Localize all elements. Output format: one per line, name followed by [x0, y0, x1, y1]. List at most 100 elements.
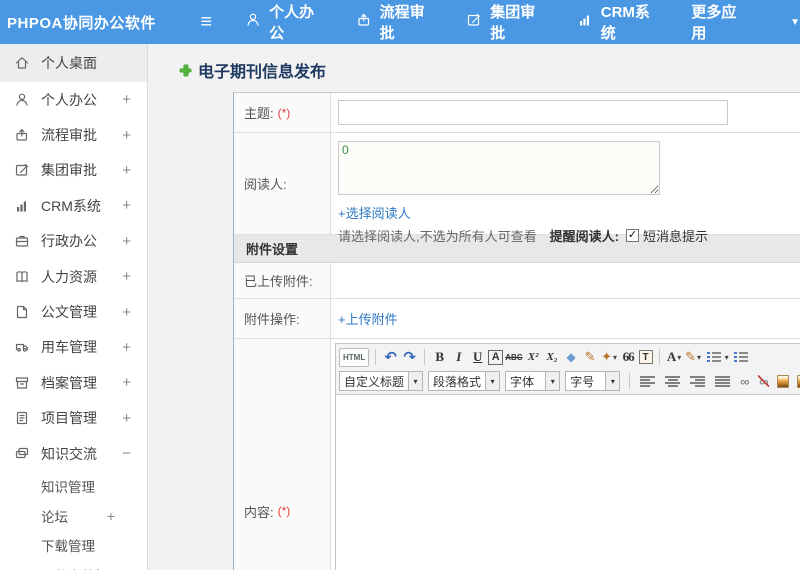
expand-plus-toggle[interactable]: + — [122, 374, 147, 391]
subject-input-cell — [331, 93, 800, 132]
nav-more-apps[interactable]: 更多应用 — [691, 1, 751, 43]
align-left-icon[interactable] — [640, 375, 656, 387]
nav-crm-system[interactable]: CRM系统 — [577, 1, 665, 43]
sidebar-item-project-mgmt[interactable]: 项目管理 + — [0, 401, 147, 436]
autoformat-icon[interactable]: ✦ ▾ — [601, 348, 618, 367]
workflow-icon — [14, 127, 30, 143]
editor-canvas[interactable] — [336, 395, 800, 570]
nav-personal-office[interactable]: 个人办公 — [245, 1, 329, 43]
redo-icon[interactable]: ↷ — [401, 348, 418, 367]
insert-link-icon[interactable]: ∞ — [736, 372, 753, 391]
content-editor-cell: HTML ↶ ↷ B I U A ABC X² X₂ ◆ ✎ ✦ ▾ 66 T … — [331, 339, 800, 570]
sidebar-item-document-mgmt[interactable]: 公文管理 + — [0, 294, 147, 329]
expand-plus-toggle[interactable]: + — [122, 233, 147, 250]
sidebar-subitem-public-file-cabinet[interactable]: 公共文件柜 — [0, 560, 147, 570]
sidebar-subitem-label: 下载管理 — [41, 539, 95, 555]
subject-input[interactable] — [338, 100, 728, 125]
sidebar-navigation: 个人桌面 个人办公 + 流程审批 + 集团审批 + CRM系统 + 行政办公 + — [0, 44, 148, 570]
expand-plus-toggle[interactable]: + — [122, 127, 147, 144]
toolbar-separator — [375, 349, 377, 365]
font-style-icon[interactable]: A — [488, 349, 504, 365]
sidebar-item-knowledge-exchange[interactable]: 知识交流 − — [0, 436, 147, 471]
remove-link-icon[interactable]: ∞ — [755, 372, 772, 391]
sidebar-item-label: 档案管理 — [41, 374, 97, 391]
expand-plus-toggle[interactable]: + — [107, 508, 147, 524]
bold-icon[interactable]: B — [431, 348, 448, 367]
paste-as-text-icon[interactable]: T — [638, 350, 653, 364]
expand-plus-toggle[interactable]: + — [122, 304, 147, 321]
subject-label: 主题: — [244, 106, 274, 121]
nav-group-approval[interactable]: 集团审批 — [466, 1, 550, 43]
expand-plus-toggle[interactable]: + — [122, 410, 147, 427]
top-navigation: 个人办公 流程审批 集团审批 CRM系统 更多应用 ▼ — [245, 1, 800, 43]
sidebar-subitem-forum[interactable]: 论坛 + — [0, 501, 147, 531]
sidebar-item-crm[interactable]: CRM系统 + — [0, 188, 147, 223]
format-painter-icon[interactable]: ✎ — [582, 348, 599, 367]
html-source-button[interactable]: HTML — [339, 347, 370, 367]
content-label-cell: 内容: (*) — [234, 339, 331, 570]
ordered-list-icon[interactable]: ▾ — [704, 348, 729, 367]
person-icon — [245, 12, 262, 33]
archive-icon — [14, 375, 30, 391]
unordered-list-icon[interactable] — [731, 348, 751, 367]
sidebar-subitem-knowledge-mgmt[interactable]: 知识管理 — [0, 471, 147, 501]
content-row: 内容: (*) HTML ↶ ↷ B I U A ABC X² X₂ ◆ ✎ ✦… — [234, 339, 800, 570]
chevron-down-icon[interactable]: ▼ — [790, 17, 800, 28]
sidebar-item-desktop[interactable]: 个人桌面 — [0, 44, 147, 82]
superscript-icon[interactable]: X² — [525, 348, 542, 367]
align-justify-icon[interactable] — [715, 375, 731, 387]
sidebar-subitem-download-mgmt[interactable]: 下载管理 — [0, 530, 147, 560]
sidebar-item-vehicle-mgmt[interactable]: 用车管理 + — [0, 330, 147, 365]
sidebar-item-group-approval[interactable]: 集团审批 + — [0, 153, 147, 188]
font-family-select[interactable]: 字体 ▾ — [505, 371, 561, 391]
sidebar-item-label: 个人桌面 — [41, 55, 97, 71]
align-center-icon[interactable] — [665, 375, 681, 387]
highlight-color-icon[interactable]: ✎ ▾ — [685, 348, 702, 367]
subscript-icon[interactable]: X₂ — [544, 348, 561, 367]
underline-icon[interactable]: U — [469, 348, 486, 367]
application-window: PHPOA协同办公软件 ≡ 个人办公 流程审批 集团审批 CRM系统 更多应用 — [0, 0, 800, 570]
select-readers-link[interactable]: +选择阅读人 — [338, 203, 411, 222]
sidebar-item-label: 知识交流 — [41, 445, 97, 462]
sms-notify-checkbox[interactable]: ✓ — [625, 229, 639, 242]
book-icon — [14, 269, 30, 285]
expand-plus-toggle[interactable]: + — [122, 91, 147, 108]
sidebar-item-label: 用车管理 — [41, 339, 97, 356]
edit-icon — [14, 162, 30, 178]
readers-textarea[interactable]: 0 — [338, 141, 660, 195]
font-size-select[interactable]: 字号 ▾ — [565, 371, 621, 391]
strikethrough-icon[interactable]: ABC — [505, 348, 522, 367]
hamburger-menu-icon[interactable]: ≡ — [195, 12, 217, 32]
attachment-section-title: 附件设置 — [246, 242, 299, 257]
sidebar-subitem-label: 论坛 — [41, 509, 68, 525]
expand-plus-toggle[interactable]: + — [122, 162, 147, 179]
sidebar-item-personal-office[interactable]: 个人办公 + — [0, 82, 147, 117]
undo-icon[interactable]: ↶ — [382, 348, 399, 367]
collapse-minus-toggle[interactable]: − — [122, 445, 147, 462]
expand-plus-toggle[interactable]: + — [122, 339, 147, 356]
clear-format-icon[interactable]: ◆ — [563, 348, 580, 367]
toolbar-row-2: 自定义标题 ▾ 段落格式 ▾ 字体 ▾ 字号 ▾ ∞ ∞ — [339, 369, 800, 393]
page-title: 电子期刊信息发布 — [179, 58, 800, 82]
sidebar-item-hr[interactable]: 人力资源 + — [0, 259, 147, 294]
nav-label: CRM系统 — [600, 4, 650, 42]
insert-image-icon[interactable] — [777, 374, 789, 388]
sidebar-item-label: CRM系统 — [41, 197, 101, 214]
uploaded-attachments-row: 已上传附件: — [234, 263, 800, 299]
upload-attachment-link[interactable]: +上传附件 — [338, 309, 398, 328]
paragraph-format-select[interactable]: 段落格式 ▾ — [428, 371, 501, 391]
sidebar-item-archive-mgmt[interactable]: 档案管理 + — [0, 365, 147, 400]
sidebar-item-label: 个人办公 — [41, 91, 97, 108]
nav-workflow-approval[interactable]: 流程审批 — [356, 1, 440, 43]
font-color-icon[interactable]: A ▾ — [666, 348, 683, 367]
sidebar-item-admin-office[interactable]: 行政办公 + — [0, 224, 147, 259]
readers-label-cell: 阅读人: — [234, 133, 331, 234]
expand-plus-toggle[interactable]: + — [122, 268, 147, 285]
heading-select[interactable]: 自定义标题 ▾ — [339, 371, 424, 391]
italic-icon[interactable]: I — [450, 348, 467, 367]
blockquote-icon[interactable]: 66 — [620, 348, 637, 367]
paragraph-select-value: 段落格式 — [433, 374, 482, 389]
sidebar-item-workflow-approval[interactable]: 流程审批 + — [0, 117, 147, 152]
align-right-icon[interactable] — [690, 375, 706, 387]
expand-plus-toggle[interactable]: + — [122, 197, 147, 214]
